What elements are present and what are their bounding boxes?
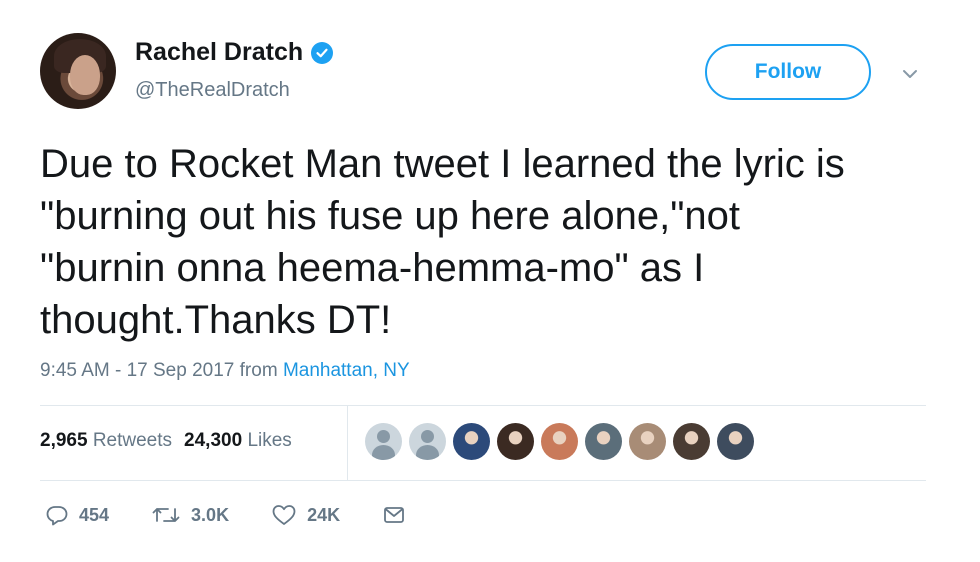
avatar-face: [70, 55, 100, 95]
tweet-text: Due to Rocket Man tweet I learned the ly…: [40, 142, 845, 342]
likes-stat[interactable]: 24,300 Likes: [184, 430, 292, 452]
author-avatar[interactable]: [40, 33, 116, 109]
direct-message-button[interactable]: [382, 503, 406, 527]
liker-avatar[interactable]: [717, 423, 754, 460]
retweet-button[interactable]: 3.0K: [151, 503, 229, 527]
likes-label: Likes: [247, 430, 292, 451]
engagement-stats: 2,965 Retweets 24,300 Likes: [40, 430, 292, 452]
liker-avatar[interactable]: [629, 423, 666, 460]
retweet-count: 3.0K: [191, 504, 230, 525]
divider-top: [40, 405, 926, 406]
reply-icon: [45, 503, 69, 527]
envelope-icon: [382, 503, 406, 527]
like-button[interactable]: 24K: [271, 503, 340, 527]
liker-avatar[interactable]: [409, 423, 446, 460]
liker-avatar[interactable]: [541, 423, 578, 460]
author-handle[interactable]: @TheRealDratch: [135, 79, 290, 102]
liker-avatar[interactable]: [453, 423, 490, 460]
tweet-location-link[interactable]: Manhattan, NY: [283, 360, 410, 381]
liker-avatar[interactable]: [673, 423, 710, 460]
retweets-label: Retweets: [92, 430, 173, 451]
reply-button[interactable]: 454: [45, 503, 109, 527]
like-count: 24K: [307, 504, 341, 525]
liker-avatars: [365, 423, 754, 460]
likes-count: 24,300: [184, 430, 243, 451]
stats-divider: [347, 405, 348, 480]
tweet-meta: 9:45 AM - 17 Sep 2017 from Manhattan, NY: [40, 360, 410, 382]
follow-button[interactable]: Follow: [705, 44, 871, 100]
verified-badge-icon: [311, 41, 334, 64]
tweet-from-label: from: [239, 360, 278, 381]
heart-icon: [271, 503, 297, 527]
author-name-row: Rachel Dratch: [135, 38, 334, 67]
liker-avatar[interactable]: [365, 423, 402, 460]
retweets-stat[interactable]: 2,965 Retweets: [40, 430, 172, 452]
action-bar: 454 3.0K 24K: [45, 503, 448, 527]
retweet-icon: [151, 503, 181, 527]
liker-avatar[interactable]: [497, 423, 534, 460]
reply-count: 454: [79, 504, 110, 525]
liker-avatar[interactable]: [585, 423, 622, 460]
tweet-timestamp[interactable]: 9:45 AM - 17 Sep 2017: [40, 360, 234, 381]
retweets-count: 2,965: [40, 430, 88, 451]
chevron-down-icon[interactable]: [900, 64, 920, 84]
author-name[interactable]: Rachel Dratch: [135, 38, 303, 67]
divider-bottom: [40, 480, 926, 481]
